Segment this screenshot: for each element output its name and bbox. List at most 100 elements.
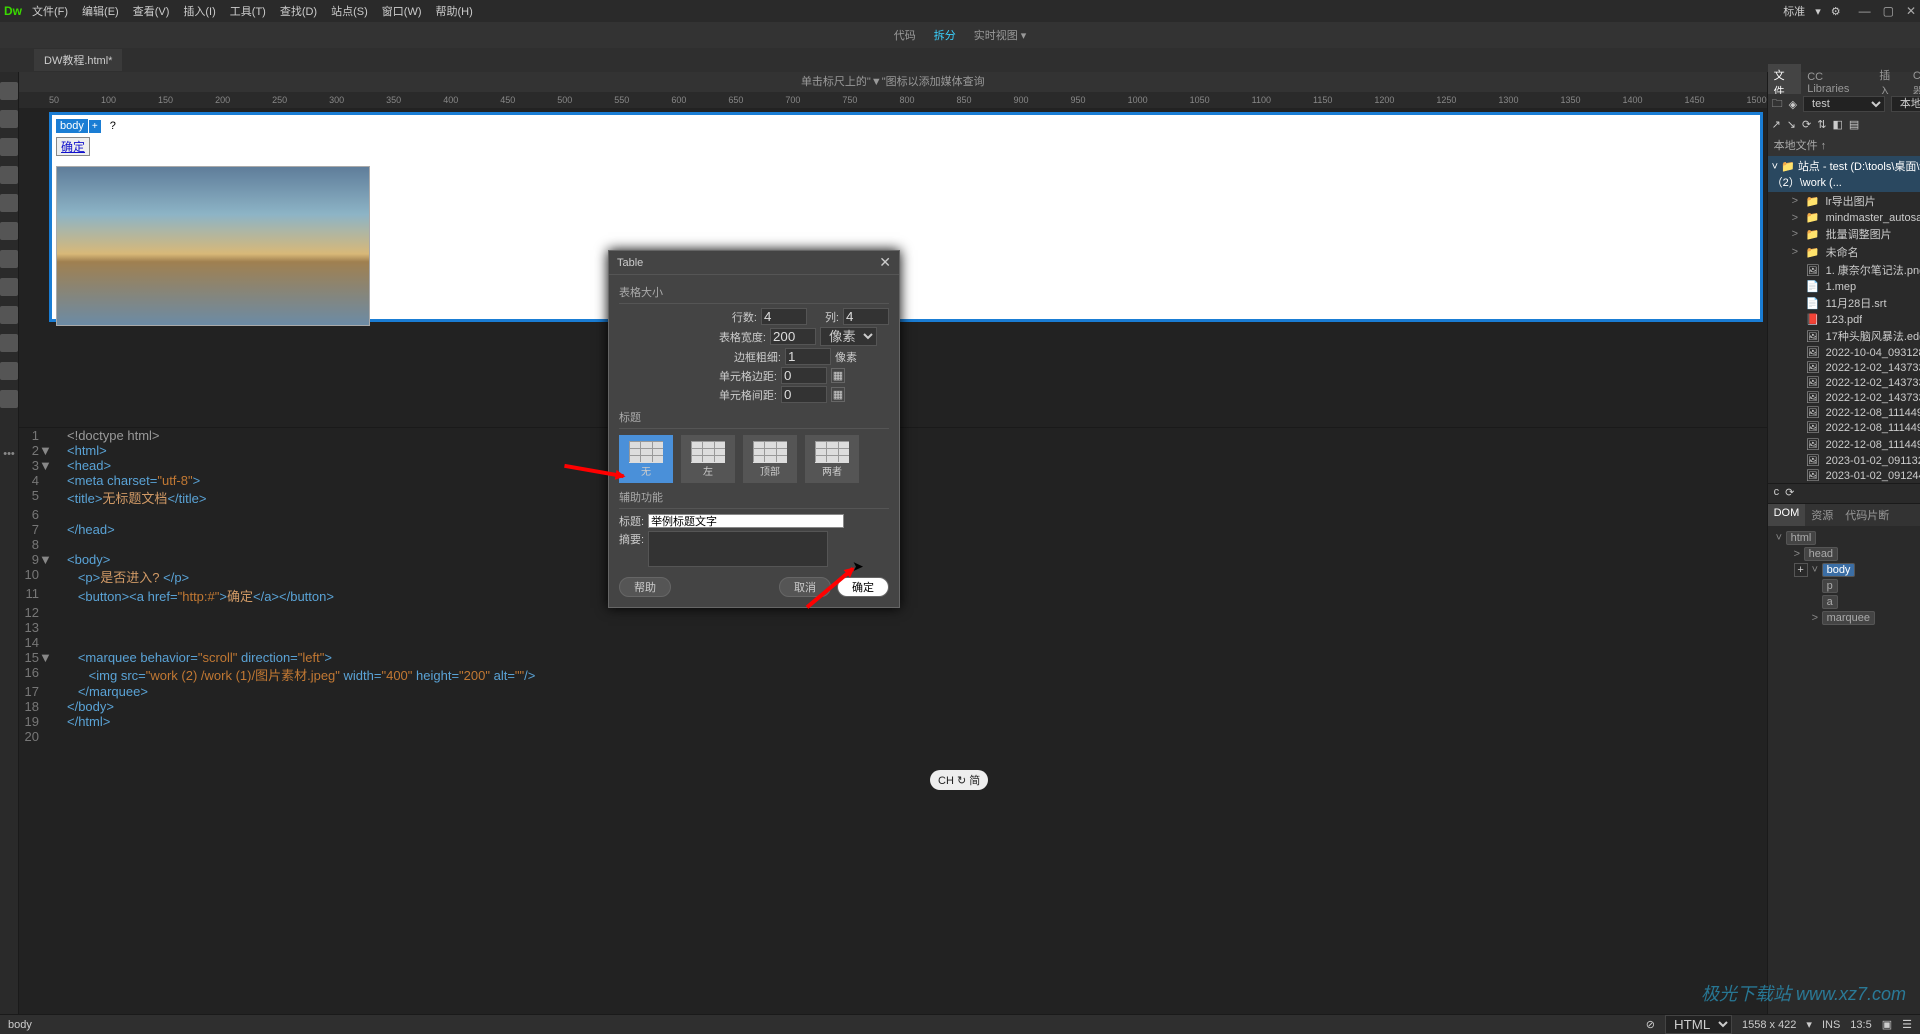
file-tree-item[interactable]: 📕123.pdf [1768, 312, 1920, 327]
ok-button[interactable]: 确定 [837, 577, 889, 597]
tool-icon[interactable] [0, 82, 18, 100]
tool-icon[interactable] [0, 138, 18, 156]
sb-icon[interactable]: ▣ [1882, 1018, 1892, 1031]
site-root-row[interactable]: ˅ 📁 站点 - test (D:\tools\桌面\work（2）\work … [1768, 156, 1920, 192]
help-button[interactable]: 帮助 [619, 577, 671, 597]
site-definition-icon[interactable]: 🗀 [1772, 95, 1783, 114]
file-tree-item[interactable]: 🖼2022-12-08_111449_副本.png [1768, 435, 1920, 453]
code-line[interactable]: 14 [19, 635, 1767, 650]
caption-input[interactable] [648, 514, 844, 528]
dom-panel-tab[interactable]: DOM [1768, 504, 1806, 526]
ft-tool-icon[interactable]: ↘ [1787, 118, 1796, 131]
padding-input[interactable] [781, 367, 827, 384]
dialog-close-icon[interactable]: ✕ [879, 254, 891, 271]
dom-node[interactable]: >head [1772, 546, 1920, 562]
tool-icon[interactable] [0, 250, 18, 268]
maximize-icon[interactable]: ▢ [1883, 4, 1894, 18]
file-tree-item[interactable]: 🖼2022-10-04_093128.png [1768, 345, 1920, 360]
tool-icon[interactable] [0, 166, 18, 184]
tool-icon[interactable] [0, 390, 18, 408]
dom-node[interactable]: >marquee [1772, 610, 1920, 626]
border-input[interactable] [785, 348, 831, 365]
dom-path[interactable]: body [8, 1019, 32, 1031]
view-split[interactable]: 拆分 [934, 27, 956, 43]
file-tree-item[interactable]: 🖼2022-12-08_111449.png [1768, 420, 1920, 435]
language-select[interactable]: HTML [1665, 1015, 1732, 1034]
file-tree-item[interactable]: 🖼1. 康奈尔笔记法.png [1768, 261, 1920, 279]
width-unit-select[interactable]: 像素 [820, 327, 877, 346]
rows-input[interactable] [761, 308, 807, 325]
header-option[interactable]: 左 [681, 435, 735, 483]
close-icon[interactable]: ✕ [1906, 4, 1916, 18]
file-tree-item[interactable]: 📄1.mep [1768, 279, 1920, 294]
workspace-selector[interactable]: 标准 [1783, 3, 1805, 19]
file-tree-item[interactable]: >📁未命名 [1768, 243, 1920, 261]
menu-item[interactable]: 站点(S) [331, 3, 368, 19]
ft-tool-icon[interactable]: ⟳ [1802, 118, 1811, 131]
view-select[interactable]: 本地视图 [1891, 96, 1920, 112]
file-tree-item[interactable]: 🖼2022-12-02_143733 (2).jpg [1768, 360, 1920, 375]
file-tree-item[interactable]: >📁批量调整图片 [1768, 225, 1920, 243]
spacing-input[interactable] [781, 386, 827, 403]
dom-node[interactable]: +˅body [1772, 562, 1920, 578]
link-icon[interactable]: c [1774, 486, 1780, 501]
code-line[interactable]: 20 [19, 729, 1767, 744]
dom-panel-tab[interactable]: 资源 [1805, 504, 1839, 526]
view-live[interactable]: 实时视图 ▾ [974, 27, 1027, 43]
site-select[interactable]: test [1803, 96, 1885, 112]
menu-item[interactable]: 查找(D) [280, 3, 317, 19]
settings-gear-icon[interactable]: ⚙ [1831, 5, 1841, 18]
view-code[interactable]: 代码 [894, 27, 916, 43]
menu-item[interactable]: 工具(T) [230, 3, 266, 19]
file-tree-item[interactable]: 🖼2023-01-02_091132.png [1768, 453, 1920, 468]
file-tree-item[interactable]: >📁mindmaster_autosave [1768, 210, 1920, 225]
code-line[interactable]: 18</body> [19, 699, 1767, 714]
menu-item[interactable]: 插入(I) [183, 3, 215, 19]
code-line[interactable]: 15▼ <marquee behavior="scroll" direction… [19, 650, 1767, 665]
menu-item[interactable]: 编辑(E) [82, 3, 119, 19]
dom-node[interactable]: a [1772, 594, 1920, 610]
file-tree-item[interactable]: 🖼2022-12-02_143733.png [1768, 390, 1920, 405]
menu-item[interactable]: 查看(V) [133, 3, 170, 19]
tool-icon[interactable] [0, 222, 18, 240]
code-line[interactable]: 17 </marquee> [19, 684, 1767, 699]
server-icon[interactable]: ◈ [1789, 98, 1797, 111]
dom-node[interactable]: p [1772, 578, 1920, 594]
file-tree-item[interactable]: 🖼2023-01-02_091244.png [1768, 468, 1920, 483]
refresh-icon[interactable]: ⟳ [1785, 486, 1794, 501]
ft-tool-icon[interactable]: ◧ [1832, 118, 1842, 131]
insert-mode[interactable]: INS [1822, 1019, 1840, 1031]
file-tree-item[interactable]: 🖼2022-12-08_111449.jpg [1768, 405, 1920, 420]
more-icon[interactable]: ••• [0, 448, 18, 460]
dom-add-icon[interactable]: + [1794, 563, 1808, 577]
tool-icon[interactable] [0, 334, 18, 352]
file-tree-item[interactable]: >📁lr导出图片 [1768, 192, 1920, 210]
tool-icon[interactable] [0, 194, 18, 212]
file-tree-item[interactable]: 🖼2022-12-02_143733.jpg [1768, 375, 1920, 390]
file-tree-item[interactable]: 📄11月28日.srt [1768, 294, 1920, 312]
menu-item[interactable]: 文件(F) [32, 3, 68, 19]
ft-tool-icon[interactable]: ⇅ [1817, 118, 1826, 131]
page-confirm-button[interactable]: 确定 [56, 137, 90, 156]
dom-panel-tab[interactable]: 代码片断 [1839, 504, 1895, 526]
width-input[interactable] [770, 328, 816, 345]
summary-textarea[interactable] [648, 531, 828, 567]
dialog-titlebar[interactable]: Table ✕ [609, 251, 899, 275]
file-tab[interactable]: DW教程.html* [34, 49, 122, 71]
filelist-header[interactable]: 本地文件 ↑ [1768, 134, 1920, 156]
tool-icon[interactable] [0, 306, 18, 324]
file-tree-item[interactable]: 🖼17种头脑风暴法.eddx [1768, 327, 1920, 345]
code-line[interactable]: 13 [19, 620, 1767, 635]
dom-node[interactable]: ˅html [1772, 530, 1920, 546]
header-option[interactable]: 顶部 [743, 435, 797, 483]
page-canvas[interactable]: body+ ? 确定 [49, 112, 1763, 322]
code-line[interactable]: 16 <img src="work (2) /work (1)/图片素材.jpe… [19, 665, 1767, 684]
ft-tool-icon[interactable]: ↗ [1772, 118, 1781, 131]
header-option[interactable]: 两者 [805, 435, 859, 483]
menu-item[interactable]: 帮助(H) [436, 3, 473, 19]
tool-icon[interactable] [0, 362, 18, 380]
code-line[interactable]: 19</html> [19, 714, 1767, 729]
cols-input[interactable] [843, 308, 889, 325]
tool-icon[interactable] [0, 278, 18, 296]
menu-item[interactable]: 窗口(W) [382, 3, 422, 19]
